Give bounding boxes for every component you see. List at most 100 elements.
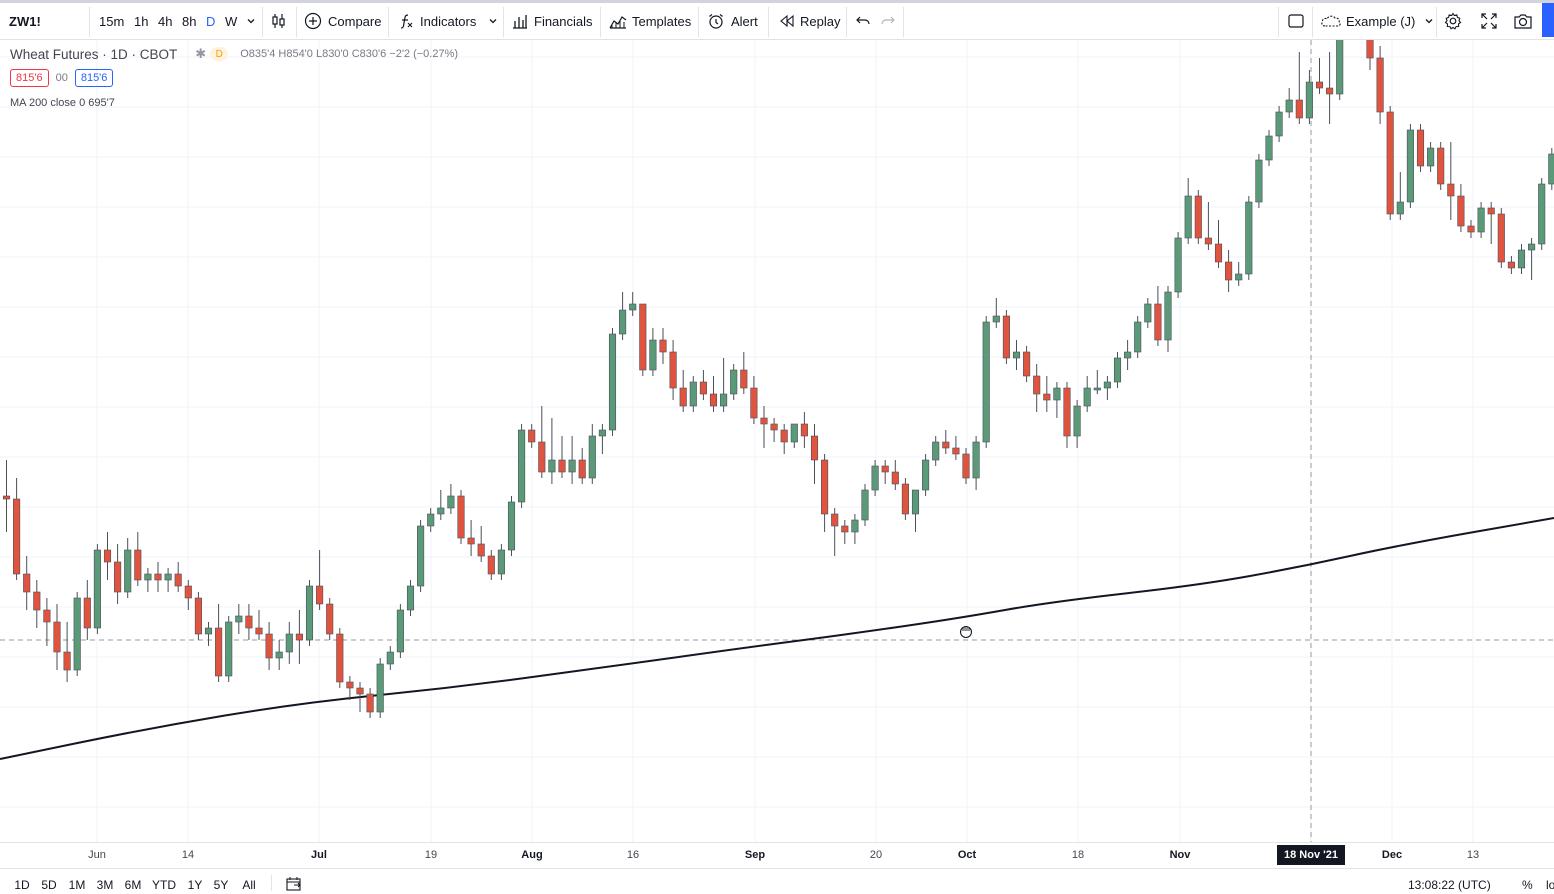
candle-body — [750, 387, 758, 419]
candle — [507, 496, 516, 556]
time-tick: 19 — [424, 849, 438, 861]
candle-body — [800, 423, 808, 437]
sell-price-box[interactable]: 815'6 — [10, 69, 49, 87]
candle — [932, 436, 940, 466]
candle-body — [1235, 273, 1243, 281]
candle-body — [83, 597, 91, 629]
time-tick: 20 — [869, 849, 883, 861]
range-5d-button[interactable]: 5D — [41, 878, 56, 892]
utc-clock[interactable]: 13:08:22 (UTC) — [1408, 878, 1491, 892]
timeframe-15m[interactable]: 15m — [99, 3, 124, 39]
candle-body — [1093, 387, 1101, 391]
range-1d-button[interactable]: 1D — [14, 878, 29, 892]
timeframe-label: 8h — [182, 13, 197, 29]
symbol-search-button[interactable]: ZW1! — [9, 3, 41, 39]
financials-button[interactable]: Financials — [511, 3, 593, 39]
range-5y-button[interactable]: 5Y — [214, 878, 229, 892]
candle — [871, 460, 879, 496]
compare-button[interactable]: Compare — [304, 3, 381, 39]
candle — [911, 489, 920, 532]
settings-button[interactable] — [1444, 3, 1462, 39]
top-toolbar: ZW1! 15m 1h 4h 8h D W Compare Indicators… — [0, 0, 1554, 40]
candle — [1093, 370, 1101, 394]
timeframe-1h[interactable]: 1h — [134, 3, 148, 39]
undo-button[interactable] — [855, 3, 871, 39]
candle — [134, 532, 142, 586]
range-1y-button[interactable]: 1Y — [188, 878, 203, 892]
candle — [467, 520, 475, 556]
snapshot-button[interactable] — [1513, 3, 1533, 39]
candle-body — [851, 519, 859, 533]
timeframe-d[interactable]: D — [206, 3, 215, 39]
indicators-button[interactable]: Indicators — [397, 3, 499, 39]
square-icon — [1288, 14, 1304, 28]
candle — [2, 460, 11, 532]
candle-body — [366, 693, 374, 713]
candle-body — [619, 309, 627, 335]
candle — [831, 508, 839, 556]
range-all-button[interactable]: All — [242, 878, 255, 892]
candle — [800, 412, 808, 448]
buy-price-box[interactable]: 815'6 — [74, 69, 114, 87]
percent-scale-toggle[interactable]: % — [1522, 878, 1533, 892]
candle-body — [204, 627, 213, 635]
timeframe-4h[interactable]: 4h — [158, 3, 172, 39]
candle-body — [43, 609, 51, 623]
candle — [568, 436, 576, 484]
candle-body — [598, 429, 606, 437]
alert-label: Alert — [731, 13, 758, 29]
range-1m-button[interactable]: 1M — [69, 878, 86, 892]
calendar-goto-icon[interactable] — [286, 877, 302, 891]
candle — [962, 448, 970, 484]
candle-body — [103, 549, 112, 563]
candle-body — [265, 633, 273, 659]
candle — [790, 423, 798, 448]
time-axis[interactable]: Jun 14 Jul 19 Aug 16 Sep 20 Oct 18 Nov 1… — [0, 842, 1554, 868]
range-6m-button[interactable]: 6M — [125, 878, 142, 892]
candle — [43, 598, 51, 646]
series-legend-row[interactable]: Wheat Futures · 1D · CBOT ✱ D O835'4 H85… — [10, 46, 458, 62]
candle — [1225, 250, 1233, 292]
candle — [972, 436, 980, 490]
candle — [1073, 400, 1081, 448]
log-scale-toggle[interactable]: lo — [1546, 878, 1554, 892]
candle-body — [891, 471, 899, 485]
price-chart[interactable] — [0, 40, 1554, 842]
candle-body — [568, 459, 576, 473]
candle-body — [1437, 147, 1445, 185]
candle-body — [780, 429, 788, 443]
templates-button[interactable]: Templates — [608, 3, 691, 39]
candle-body — [1053, 387, 1061, 401]
fullscreen-layout-button[interactable] — [1287, 3, 1305, 39]
candle — [588, 424, 596, 484]
timeframe-dropdown-button[interactable] — [245, 3, 257, 39]
range-ytd-button[interactable]: YTD — [152, 878, 176, 892]
fullscreen-button[interactable] — [1480, 3, 1498, 39]
candle-body — [679, 387, 687, 407]
candle-body — [831, 513, 839, 527]
candle — [1255, 154, 1263, 208]
time-tick: 13 — [1466, 849, 1480, 861]
chart-type-button[interactable] — [270, 3, 288, 39]
candle-body — [1447, 183, 1455, 197]
redo-button[interactable] — [880, 3, 896, 39]
publish-button-edge[interactable] — [1542, 3, 1554, 37]
candle — [255, 610, 263, 640]
candle — [487, 550, 495, 580]
chart-grid — [0, 40, 1554, 842]
layout-menu-button[interactable]: Example (J) — [1320, 3, 1435, 39]
timeframe-8h[interactable]: 8h — [182, 3, 196, 39]
ma-legend-row[interactable]: MA 200 close 0 695'7 — [10, 97, 115, 109]
range-3m-button[interactable]: 3M — [97, 878, 114, 892]
replay-button[interactable]: Replay — [778, 3, 840, 39]
candle — [982, 316, 990, 448]
candle — [1245, 196, 1253, 280]
timeframe-w[interactable]: W — [225, 3, 237, 39]
candle — [1437, 142, 1445, 190]
candle — [13, 478, 21, 580]
alert-button[interactable]: Alert — [707, 3, 758, 39]
candle — [821, 454, 829, 532]
candle — [235, 604, 243, 634]
candle — [376, 658, 384, 718]
candle — [154, 562, 162, 592]
